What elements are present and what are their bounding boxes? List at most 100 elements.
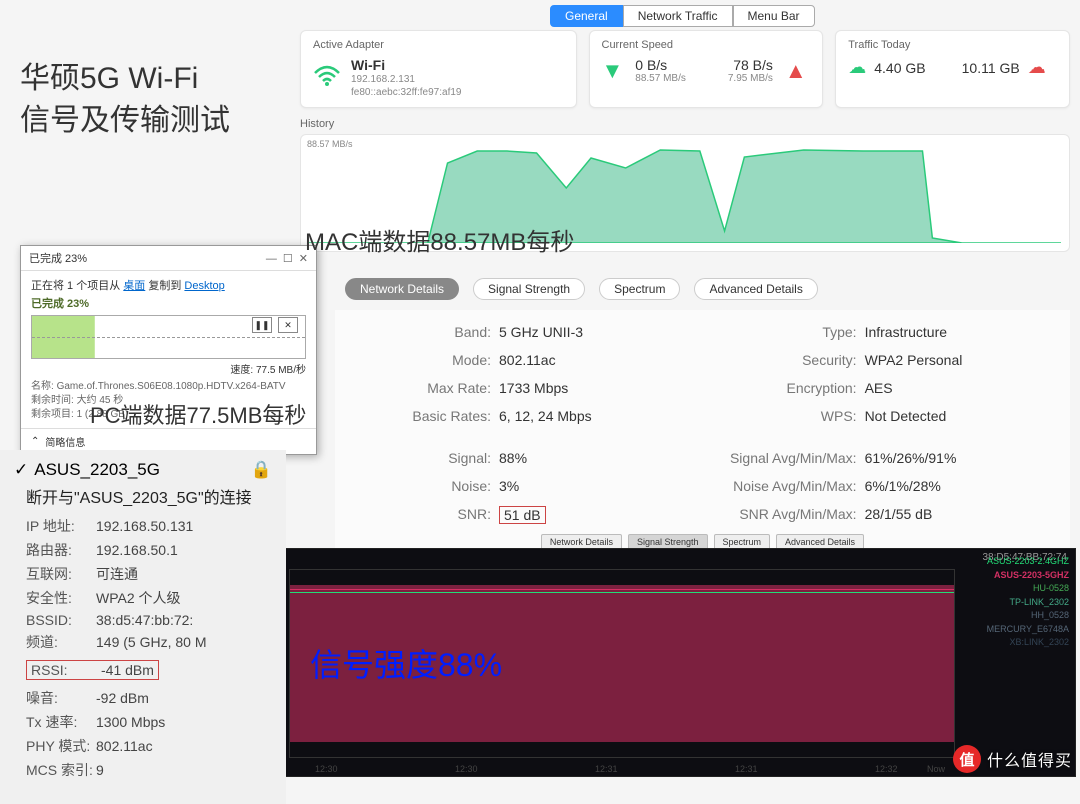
tab-signal-strength[interactable]: Signal Strength [473,278,585,300]
traffic-down: 4.40 GB [874,60,925,76]
adapter-card: Active Adapter Wi-Fi 192.168.2.131 fe80:… [300,30,577,108]
snr-key: SNR: [351,506,491,524]
mode-key: Mode: [351,352,491,368]
noise-val: 3% [499,478,519,494]
tab-advanced-details[interactable]: Advanced Details [694,278,817,300]
pc-progress-bar [31,315,306,359]
wifi-detail-panel: ✓ASUS_2203_5G🔒 断开与"ASUS_2203_5G"的连接 IP 地… [0,450,286,804]
disconnect-link[interactable]: 断开与"ASUS_2203_5G"的连接 [26,484,272,508]
encryption-val: AES [865,380,893,396]
traffic-label: Traffic Today [848,39,1057,51]
traffic-up: 10.11 GB [962,60,1020,76]
bssid-val: 38:d5:47:bb:72: [96,612,193,628]
type-val: Infrastructure [865,324,947,340]
down-avg: 88.57 MB/s [635,73,686,84]
noiseavg-key: Noise Avg/Min/Max: [717,478,857,494]
tab-network-details[interactable]: Network Details [345,278,459,300]
pc-progress-text: 已完成 23% [31,295,306,311]
pc-link-source[interactable]: 桌面 [123,280,145,292]
watermark-text: 什么值得买 [987,747,1072,771]
signal-key: Signal: [351,450,491,466]
xtick-now: Now [927,764,945,774]
sigavg-val: 61%/26%/91% [865,450,957,466]
ip-key: IP 地址: [26,516,96,536]
tab-spectrum[interactable]: Spectrum [599,278,680,300]
phy-val: 802.11ac [96,738,153,754]
iosnoise-key: 噪音: [26,688,96,708]
cloud-down-icon: ☁ [848,57,866,78]
mcs-key: MCS 索引: [26,760,96,780]
legend-0: ASUS-2203-2.4GHZ [987,555,1069,569]
iosnoise-val: -92 dBm [96,690,149,706]
rssi-val: -41 dBm [101,662,154,678]
tx-key: Tx 速率: [26,712,96,732]
adapter-name: Wi-Fi [351,57,461,73]
legend-1: ASUS-2203-5GHZ [987,569,1069,583]
snravg-key: SNR Avg/Min/Max: [717,506,857,524]
tab-menu-bar[interactable]: Menu Bar [733,5,815,27]
ip-val: 192.168.50.131 [96,518,193,534]
phy-key: PHY 模式: [26,736,96,756]
adapter-ipv6: fe80::aebc:32ff:fe97:af19 [351,86,461,99]
pc-footer-label[interactable]: 简略信息 [45,434,85,449]
type-key: Type: [717,324,857,340]
annotation-mac: MAC端数据88.57MB每秒 [305,222,574,257]
ssid-name[interactable]: ASUS_2203_5G [34,460,160,480]
xtick-4: 12:32 [875,764,898,774]
xtick-2: 12:31 [595,764,618,774]
mac-dashboard: Active Adapter Wi-Fi 192.168.2.131 fe80:… [300,30,1070,252]
iossec-val: WPA2 个人级 [96,590,181,606]
adapter-label: Active Adapter [313,39,564,51]
pc-window-title: 已完成 23% [29,250,87,266]
pc-link-dest[interactable]: Desktop [184,280,224,292]
wps-val: Not Detected [865,408,947,424]
details-area: Network Details Signal Strength Spectrum… [335,278,1070,558]
chevron-up-icon[interactable]: ⌃ [31,436,39,447]
history-label: History [300,118,1070,130]
graph-legend: ASUS-2203-2.4GHZ ASUS-2203-5GHZ HU-0528 … [987,555,1069,650]
xtick-1: 12:30 [455,764,478,774]
noise-key: Noise: [351,478,491,494]
annotation-pc: PC端数据77.5MB每秒 [90,398,306,430]
up-speed: 78 B/s [728,57,773,73]
pc-minimize[interactable]: — [266,253,277,265]
tab-network-traffic[interactable]: Network Traffic [623,5,733,27]
chan-key: 频道: [26,632,96,652]
legend-4: HH_0528 [987,609,1069,623]
legend-3: TP-LINK_2302 [987,596,1069,610]
watermark: 值 什么值得买 [953,745,1072,773]
legend-2: HU-0528 [987,582,1069,596]
sigavg-key: Signal Avg/Min/Max: [717,450,857,466]
pc-maximize[interactable]: ☐ [283,253,293,265]
snravg-val: 28/1/55 dB [865,506,933,524]
traffic-card: Traffic Today ☁ 4.40 GB 10.11 GB ☁ [835,30,1070,108]
annotation-title: 华硕5G Wi-Fi信号及传输测试 [20,58,230,142]
maxrate-val: 1733 Mbps [499,380,568,396]
maxrate-key: Max Rate: [351,380,491,396]
router-key: 路由器: [26,540,96,560]
speed-card: Current Speed ▼ 0 B/s88.57 MB/s 78 B/s7.… [589,30,824,108]
router-val: 192.168.50.1 [96,542,178,558]
pc-file-name: 名称: Game.of.Thrones.S06E08.1080p.HDTV.x2… [31,380,306,394]
noiseavg-val: 6%/1%/28% [865,478,941,494]
signal-val: 88% [499,450,527,466]
annotation-signal: 信号强度88% [310,640,502,686]
upload-icon: ▲ [785,58,807,84]
download-icon: ▼ [602,58,624,84]
bssid-key: BSSID: [26,612,96,628]
iossec-key: 安全性: [26,588,96,608]
basicrates-key: Basic Rates: [351,408,491,424]
snr-val: 51 dB [499,506,546,524]
tx-val: 1300 Mbps [96,714,165,730]
wifi-icon [313,63,341,94]
cloud-up-icon: ☁ [1028,57,1046,78]
legend-6: XB:LINK_2302 [987,636,1069,650]
tab-general[interactable]: General [550,5,623,27]
security-val: WPA2 Personal [865,352,963,368]
inet-val: 可连通 [96,566,138,582]
chan-val: 149 (5 GHz, 80 M [96,634,207,650]
pc-copy-line: 正在将 1 个项目从 桌面 复制到 Desktop [31,277,306,293]
mcs-val: 9 [96,762,104,778]
security-key: Security: [717,352,857,368]
watermark-icon: 值 [953,745,981,773]
